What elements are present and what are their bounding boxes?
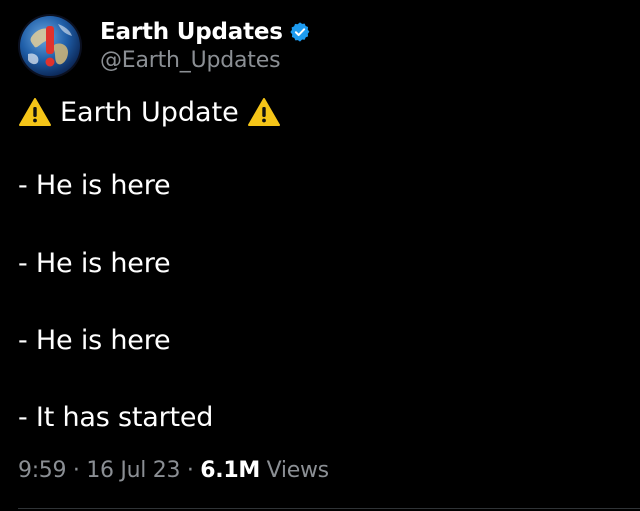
post-headline: Earth Update [18, 94, 281, 130]
views-count[interactable]: 6.1M [200, 458, 260, 483]
post-line: - He is here [18, 248, 171, 279]
warning-icon [247, 97, 281, 127]
warning-icon [18, 97, 52, 127]
earth-globe-with-exclamation-icon [18, 14, 82, 78]
post-line: - He is here [18, 325, 171, 356]
post-time[interactable]: 9:59 [18, 458, 67, 483]
author-handle[interactable]: @Earth_Updates [100, 48, 281, 73]
author-name-row: Earth Updates [100, 17, 311, 47]
post-meta: 9:59 · 16 Jul 23 · 6.1M Views [18, 458, 329, 483]
meta-separator: · [72, 458, 80, 483]
divider [18, 508, 640, 509]
post-line: - It has started [18, 402, 214, 433]
post-date[interactable]: 16 Jul 23 [86, 458, 180, 483]
avatar[interactable] [18, 14, 82, 78]
author-display-name[interactable]: Earth Updates [100, 19, 283, 45]
meta-separator: · [186, 458, 194, 483]
verified-badge-icon [290, 22, 310, 42]
post-headline-text: Earth Update [60, 96, 239, 128]
views-label: Views [266, 458, 329, 483]
post-line: - He is here [18, 170, 171, 201]
